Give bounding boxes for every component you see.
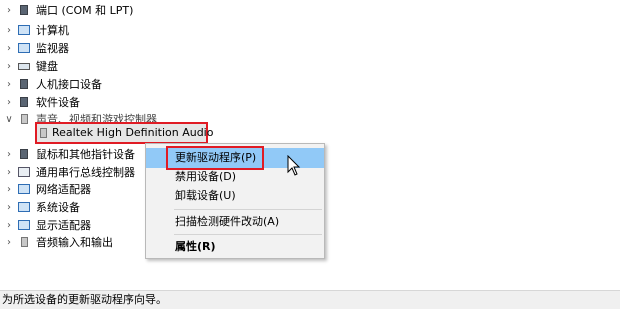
network-adapter-icon <box>18 184 30 194</box>
menu-item-label: 属性(R) <box>175 240 216 253</box>
status-bar: 为所选设备的更新驱动程序向导。 <box>0 290 620 309</box>
tree-item-label: 系统设备 <box>36 201 80 214</box>
port-icon <box>20 5 28 15</box>
mouse-cursor-icon <box>287 155 301 176</box>
chevron-right-icon[interactable]: › <box>4 40 14 57</box>
chevron-right-icon[interactable]: › <box>4 217 14 234</box>
software-device-icon <box>20 97 28 107</box>
chevron-right-icon[interactable]: › <box>4 164 14 181</box>
monitor-icon <box>18 43 30 53</box>
chevron-right-icon[interactable]: › <box>4 181 14 198</box>
tree-item-label: 键盘 <box>36 60 58 73</box>
menu-item-label: 扫描检测硬件改动(A) <box>175 215 280 228</box>
menu-item-properties[interactable]: 属性(R) <box>146 237 324 257</box>
menu-item-scan-hardware[interactable]: 扫描检测硬件改动(A) <box>146 212 324 232</box>
tree-item-label: 端口 (COM 和 LPT) <box>36 4 134 17</box>
speaker-icon <box>40 128 47 138</box>
selected-device-label[interactable]: Realtek High Definition Audio <box>52 124 213 142</box>
chevron-right-icon[interactable]: › <box>4 94 14 111</box>
status-text: 为所选设备的更新驱动程序向导。 <box>2 293 167 306</box>
speaker-icon <box>21 114 28 124</box>
chevron-down-icon[interactable]: ∨ <box>4 111 14 128</box>
tree-item-label: 软件设备 <box>36 96 80 109</box>
annotation-highlight-box <box>166 146 264 170</box>
chevron-right-icon[interactable]: › <box>4 22 14 39</box>
tree-item-label: 音频输入和输出 <box>36 236 113 249</box>
chevron-right-icon[interactable]: › <box>4 234 14 251</box>
chevron-right-icon[interactable]: › <box>4 199 14 216</box>
audio-io-icon <box>21 237 28 247</box>
keyboard-icon <box>18 63 30 70</box>
chevron-right-icon[interactable]: › <box>4 76 14 93</box>
system-device-icon <box>18 202 30 212</box>
usb-icon <box>18 167 30 177</box>
chevron-right-icon[interactable]: › <box>4 146 14 163</box>
hid-icon <box>20 79 28 89</box>
menu-separator <box>174 234 322 235</box>
tree-item-label: 显示适配器 <box>36 219 91 232</box>
tree-item-label: 计算机 <box>36 24 69 37</box>
menu-item-uninstall-device[interactable]: 卸载设备(U) <box>146 186 324 206</box>
menu-separator <box>174 209 322 210</box>
tree-item-label: 通用串行总线控制器 <box>36 166 135 179</box>
chevron-right-icon[interactable]: › <box>4 58 14 75</box>
chevron-right-icon[interactable]: › <box>4 2 14 19</box>
computer-icon <box>18 25 30 35</box>
tree-item-label: 鼠标和其他指针设备 <box>36 148 135 161</box>
mouse-icon <box>20 149 28 159</box>
tree-item-label: 人机接口设备 <box>36 78 102 91</box>
display-adapter-icon <box>18 220 30 230</box>
tree-item-label: 监视器 <box>36 42 69 55</box>
menu-item-label: 禁用设备(D) <box>175 170 237 183</box>
tree-item-label: 网络适配器 <box>36 183 91 196</box>
menu-item-label: 卸载设备(U) <box>175 189 236 202</box>
